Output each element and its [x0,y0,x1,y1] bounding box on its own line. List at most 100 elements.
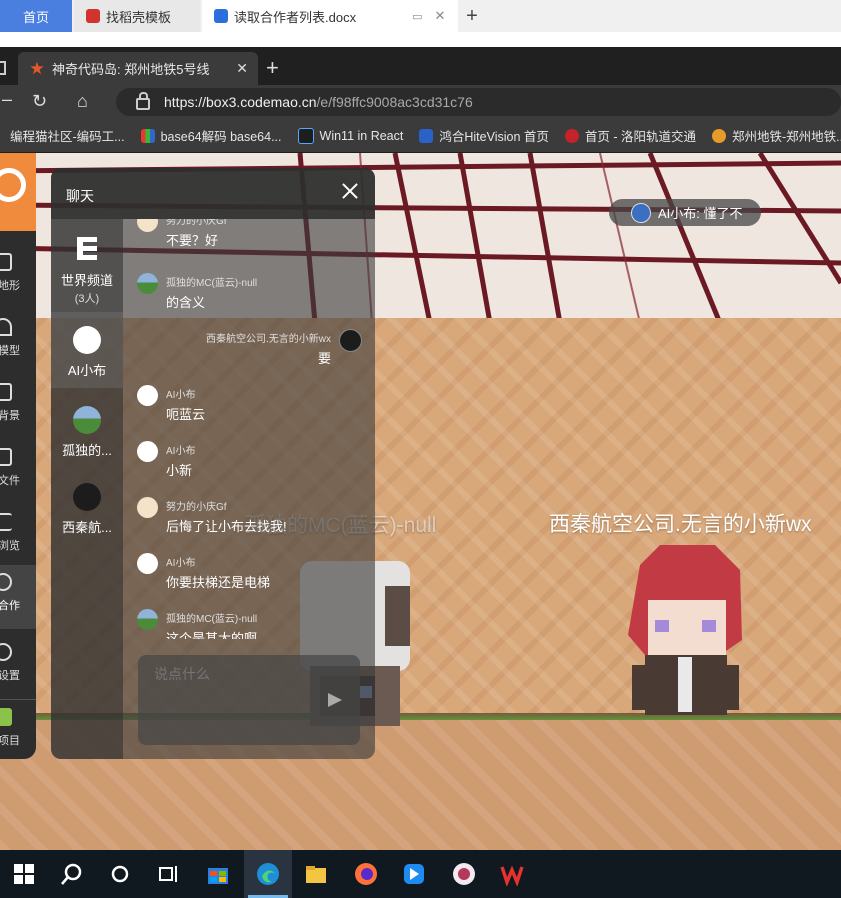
avatar [137,385,158,406]
task-view-icon[interactable] [156,862,180,886]
refresh-icon[interactable]: ↻ [32,91,47,112]
sidebar-item-label: 项目 [0,735,20,747]
outer-tab-home[interactable]: 首页 [0,0,72,32]
taskbar [0,850,841,898]
file-icon [0,448,12,466]
sidebar-item-browse[interactable]: 浏览 [0,505,36,565]
home-icon[interactable]: ⌂ [77,91,88,112]
sidebar-item-model[interactable]: 模型 [0,310,36,370]
player-nametag: 西秦航空公司.无言的小新wx [549,513,812,536]
sidebar-item-background[interactable]: 背景 [0,375,36,435]
close-icon[interactable]: ✕ [434,8,445,24]
send-icon[interactable] [328,693,342,707]
luoyang-metro-icon [564,128,579,143]
back-icon[interactable]: – [2,89,12,110]
message-text: 不要？好 [166,233,219,248]
bookmark-item[interactable]: base64解码 base64... [140,126,282,145]
bookmark-item[interactable]: 编程猫社区-编码工... [10,126,125,145]
sidebar-item-terrain[interactable]: 地形 [0,245,36,305]
avatar [137,497,158,518]
chat-input[interactable] [152,665,346,683]
edge-new-tab-button[interactable]: + [266,55,279,81]
url-text: https://box3.codemao.cn/e/f98ffc9008ac3c… [164,94,473,110]
avatar [137,553,158,574]
channel-ai-xiaobu[interactable]: AI小布 [51,312,123,388]
feishu-icon[interactable] [402,862,426,886]
windows-start-icon[interactable] [12,862,36,886]
outer-separator [0,32,841,47]
avatar [73,483,101,511]
bubble-text: AI小布: 懂了不 [658,206,743,221]
hitevision-icon [419,128,434,143]
chat-header: 聊天 [51,168,375,219]
avatar [73,326,101,354]
bookmark-item[interactable]: 郑州地铁-郑州地铁... [712,126,841,145]
close-tab-icon[interactable]: ✕ [236,60,248,77]
firefox-icon[interactable] [354,862,378,886]
chat-message: AI小布 呃蓝云 [137,385,367,429]
wps-icon [86,9,100,23]
sidebar-item-collaborate[interactable]: 合作 [0,565,36,629]
chat-message: 孤独的MC(蓝云)-null 这个是甚太的啊 [137,609,367,639]
sidebar-item-label: 背景 [0,410,20,422]
channel-world[interactable]: 世界频道 (3人) [51,227,123,305]
bookmark-item[interactable]: 首页 - 洛阳轨道交通 [564,126,696,145]
bookmark-item[interactable]: 鸿合HiteVision 首页 [419,126,549,145]
sidebar-item-label: 文件 [0,475,20,487]
tab-label: 读取合作者列表.docx [234,9,357,25]
bookmark-item[interactable]: Win11 in React [297,127,404,144]
tab-label: 找稻壳模板 [106,9,172,25]
pin-icon[interactable]: ▭ [412,10,422,23]
message-text: 的含义 [166,295,206,310]
wps-office-icon[interactable] [500,862,524,886]
edge-active-tab[interactable]: 神奇代码岛: 郑州地铁5号线 ✕ [18,52,258,85]
chat-message-self: 西秦航空公司.无言的小新wx 要 [137,329,367,373]
speech-bubble: AI小布: 懂了不 [609,199,761,226]
message-sender: 西秦航空公司.无言的小新wx [206,334,331,345]
avatar [137,609,158,630]
avatar [137,273,158,294]
message-text: 后悔了让小布去找我! [166,519,287,534]
store-icon[interactable] [206,862,230,886]
message-text: 要 [317,351,331,366]
sidebar-item-label: 浏览 [0,540,20,552]
message-text: 呃蓝云 [166,407,206,422]
workspace-icon[interactable] [0,61,6,75]
outer-tab-document[interactable]: 读取合作者列表.docx ▭ ✕ [202,0,458,32]
lock-icon [136,92,150,110]
sidebar-item-files[interactable]: 文件 [0,440,36,500]
users-icon [0,573,12,591]
game-app-icon[interactable] [452,862,476,886]
zhengzhou-metro-icon [712,128,726,143]
chat-message: 努力的小庆Gf 后悔了让小布去找我! [137,497,367,541]
sidebar-item-settings[interactable]: 设置 [0,635,36,695]
base64-icon [140,128,155,143]
bookmark-label: 鸿合HiteVision 首页 [439,130,549,144]
codemao-star-icon [30,61,44,75]
cortana-icon[interactable] [108,862,132,886]
file-explorer-icon[interactable] [304,862,328,886]
search-icon[interactable] [60,862,84,886]
sidebar-item-label: 地形 [0,280,20,292]
message-sender: 努力的小庆Gf [166,219,227,227]
codemao-logo[interactable] [0,153,36,231]
bookmarks-bar: 编程猫社区-编码工... base64解码 base64... Win11 in… [0,119,841,152]
url-field[interactable]: https://box3.codemao.cn/e/f98ffc9008ac3c… [116,88,841,116]
outer-tab-templates[interactable]: 找稻壳模板 [74,0,200,32]
bookmark-label: Win11 in React [319,128,404,143]
chat-message-list[interactable]: 努力的小庆Gf 不要？好 孤独的MC(蓝云)-null 的含义 西秦航空公司.无… [123,219,375,639]
channel-name: 世界频道 [60,273,113,288]
edge-icon[interactable] [256,862,280,886]
close-icon[interactable] [342,183,358,199]
sidebar-item-label: 合作 [0,600,20,612]
chat-input-box[interactable] [138,655,360,745]
sidebar-item-project[interactable]: 项目 [0,699,36,760]
channel-lonely-mc[interactable]: 孤独的... [51,389,123,467]
message-sender: 孤独的MC(蓝云)-null [166,614,258,625]
new-tab-button[interactable]: + [460,0,484,32]
red-hair-avatar-character[interactable] [620,545,745,725]
channel-xiqin[interactable]: 西秦航... [51,467,123,545]
message-sender: AI小布 [166,390,196,401]
world-channel-icon [77,237,97,260]
game-viewport[interactable]: AI小布: 懂了不 孤独的MC(蓝云)-null 西秦航空公司.无言的小新wx … [0,153,841,850]
